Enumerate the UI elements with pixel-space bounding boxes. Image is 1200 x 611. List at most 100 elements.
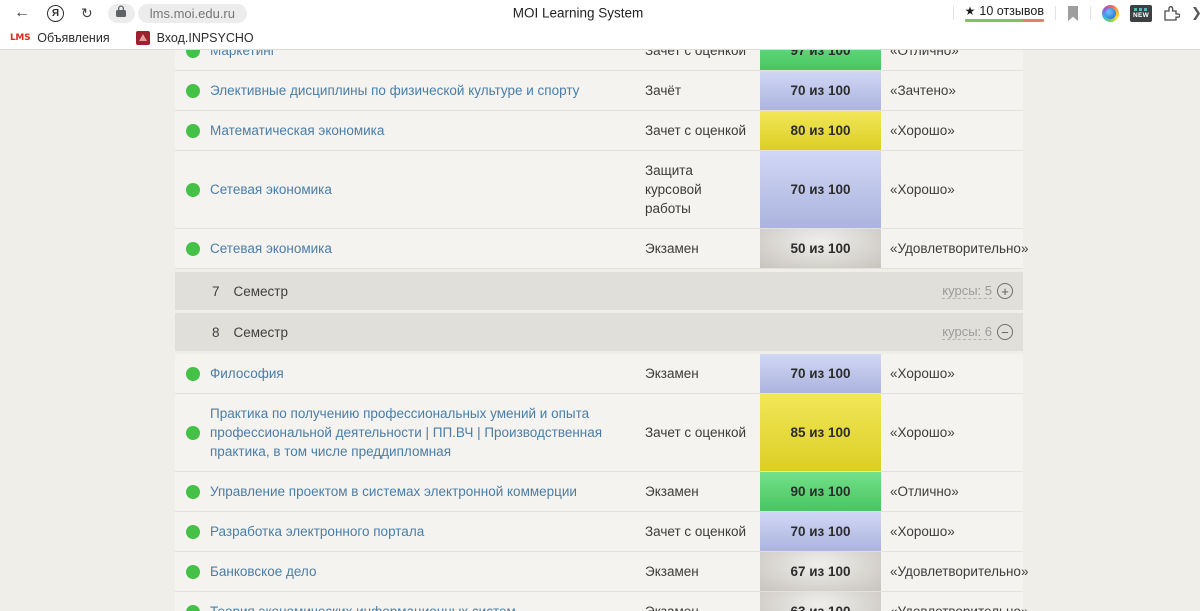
semester-controls: курсы: 5 + bbox=[942, 283, 1013, 299]
score-cell: 70 из 100 bbox=[760, 354, 881, 393]
score-value: 70 из 100 bbox=[790, 366, 850, 381]
course-row: Теория экономических информационных сист… bbox=[175, 592, 1023, 611]
score-cell: 67 из 100 bbox=[760, 552, 881, 591]
course-name-cell: Сетевая экономика bbox=[210, 229, 645, 268]
exam-type-cell: Зачет с оценкой bbox=[645, 512, 760, 551]
toolbar-right-cluster: ★ 10 отзывов NEW ❯ bbox=[953, 0, 1200, 26]
score-value: 70 из 100 bbox=[790, 83, 850, 98]
semester-row: 7Семестркурсы: 5+ bbox=[175, 272, 1023, 310]
status-dot-icon bbox=[186, 605, 200, 611]
grade-cell: «Хорошо» bbox=[881, 394, 1023, 471]
reviews-count-label: 10 отзывов bbox=[979, 4, 1044, 18]
semester-number: 7 bbox=[212, 284, 220, 299]
browser-toolbar: ← Я ↻ lms.moi.edu.ru MOI Learning System… bbox=[0, 0, 1200, 26]
semester-row: 8Семестркурсы: 6− bbox=[175, 313, 1023, 351]
score-cell: 63 из 100 bbox=[760, 592, 881, 611]
dot-column bbox=[175, 50, 210, 70]
back-icon[interactable]: ← bbox=[14, 5, 30, 21]
exam-type-cell: Экзамен bbox=[645, 552, 760, 591]
dot-column bbox=[175, 111, 210, 150]
yandex-browser-icon[interactable]: Я bbox=[47, 5, 64, 22]
bookmark-item-announcements[interactable]: LMS Объявления bbox=[10, 31, 110, 45]
rating-bar-negative bbox=[1023, 19, 1044, 22]
courses-count-link[interactable]: курсы: 6 bbox=[942, 324, 992, 340]
course-name-link[interactable]: Сетевая экономика bbox=[210, 239, 332, 258]
semester-controls: курсы: 6− bbox=[942, 324, 1013, 340]
exam-type-cell: Экзамен bbox=[645, 592, 760, 611]
semester-label: Семестр bbox=[234, 325, 289, 340]
score-cell: 85 из 100 bbox=[760, 394, 881, 471]
course-name-link[interactable]: Банковское дело bbox=[210, 562, 316, 581]
toolbar-divider bbox=[1055, 6, 1056, 20]
rating-bar bbox=[965, 19, 1044, 22]
site-security-button[interactable] bbox=[108, 4, 135, 23]
toolbar-divider bbox=[953, 6, 954, 20]
bookmark-item-inpsycho[interactable]: Вход.INPSYCHO bbox=[136, 31, 254, 45]
bookmark-flag-icon[interactable] bbox=[1067, 6, 1079, 21]
score-cell: 70 из 100 bbox=[760, 512, 881, 551]
address-bar[interactable]: lms.moi.edu.ru bbox=[138, 4, 247, 23]
course-name-link[interactable]: Элективные дисциплины по физической куль… bbox=[210, 81, 579, 100]
collapse-minus-icon[interactable]: − bbox=[997, 324, 1013, 340]
status-dot-icon bbox=[186, 84, 200, 98]
course-name-link[interactable]: Теория экономических информационных сист… bbox=[210, 602, 516, 611]
site-reviews-button[interactable]: ★ 10 отзывов bbox=[965, 4, 1044, 22]
grade-cell: «Отлично» bbox=[881, 472, 1023, 511]
grade-cell: «Удовлетворительно» bbox=[881, 592, 1023, 611]
status-dot-icon bbox=[186, 124, 200, 138]
dot-column bbox=[175, 354, 210, 393]
course-row: Практика по получению профессиональных у… bbox=[175, 394, 1023, 472]
course-row: Сетевая экономика Защита курсовой работы 7… bbox=[175, 151, 1023, 229]
score-value: 67 из 100 bbox=[790, 564, 850, 579]
new-badge-extension-icon[interactable]: NEW bbox=[1130, 5, 1152, 22]
score-cell: 90 из 100 bbox=[760, 472, 881, 511]
sidebar-chevron-icon[interactable]: ❯ bbox=[1191, 5, 1200, 21]
course-name-link[interactable]: Практика по получению профессиональных у… bbox=[210, 404, 625, 461]
course-name-link[interactable]: Разработка электронного портала bbox=[210, 522, 424, 541]
course-name-cell: Философия bbox=[210, 354, 645, 393]
grade-cell: «Хорошо» bbox=[881, 111, 1023, 150]
course-name-cell: Разработка электронного портала bbox=[210, 512, 645, 551]
dot-column bbox=[175, 592, 210, 611]
bookmark-label: Вход.INPSYCHO bbox=[157, 31, 254, 45]
course-name-cell: Элективные дисциплины по физической куль… bbox=[210, 71, 645, 110]
score-cell: 70 из 100 bbox=[760, 151, 881, 228]
course-row: Разработка электронного портала Зачет с о… bbox=[175, 512, 1023, 552]
lens-extension-inner bbox=[1105, 8, 1116, 19]
grade-cell: «Отлично» bbox=[881, 50, 1023, 70]
course-row: Сетевая экономикаЭкзамен50 из 100«Удовле… bbox=[175, 229, 1023, 269]
grades-table: Маркетинг Зачет с оценкой 97 из 100 «Отличн… bbox=[175, 50, 1023, 611]
exam-type-cell: Зачет с оценкой bbox=[645, 111, 760, 150]
lens-extension-icon[interactable] bbox=[1102, 5, 1119, 22]
grade-cell: «Зачтено» bbox=[881, 71, 1023, 110]
dot-column bbox=[175, 394, 210, 471]
grade-cell: «Удовлетворительно» bbox=[881, 552, 1023, 591]
expand-plus-icon[interactable]: + bbox=[997, 283, 1013, 299]
new-badge-dots bbox=[1134, 8, 1148, 11]
dot-column bbox=[175, 229, 210, 268]
course-name-link[interactable]: Маркетинг bbox=[210, 50, 276, 60]
course-name-link[interactable]: Сетевая экономика bbox=[210, 180, 332, 199]
score-value: 97 из 100 bbox=[790, 50, 850, 58]
refresh-icon[interactable]: ↻ bbox=[81, 6, 93, 20]
exam-type-cell: Защита курсовой работы bbox=[645, 151, 760, 228]
star-icon: ★ bbox=[965, 5, 976, 17]
score-value: 70 из 100 bbox=[790, 182, 850, 197]
course-row: МаркетингЗачет с оценкой97 из 100«Отличн… bbox=[175, 50, 1023, 71]
exam-type-cell: Зачет с оценкой bbox=[645, 394, 760, 471]
course-name-cell: Управление проектом в системах электронн… bbox=[210, 472, 645, 511]
extensions-puzzle-icon[interactable] bbox=[1163, 5, 1180, 21]
course-name-link[interactable]: Управление проектом в системах электронн… bbox=[210, 482, 577, 501]
bookmark-label: Объявления bbox=[37, 31, 109, 45]
dot-column bbox=[175, 71, 210, 110]
course-row: Банковское дело Экзамен 67 из 100 «Удовлетв… bbox=[175, 552, 1023, 592]
courses-count-link[interactable]: курсы: 5 bbox=[942, 283, 992, 299]
browser-window: { "browser": { "url": "lms.moi.edu.ru", … bbox=[0, 0, 1200, 611]
grade-cell: «Хорошо» bbox=[881, 354, 1023, 393]
course-name-link[interactable]: Математическая экономика bbox=[210, 121, 384, 140]
course-name-link[interactable]: Философия bbox=[210, 364, 284, 383]
score-cell: 80 из 100 bbox=[760, 111, 881, 150]
course-row: Управление проектом в системах электронн… bbox=[175, 472, 1023, 512]
lms-favicon: LMS bbox=[10, 33, 30, 43]
course-name-cell: Маркетинг bbox=[210, 50, 645, 70]
